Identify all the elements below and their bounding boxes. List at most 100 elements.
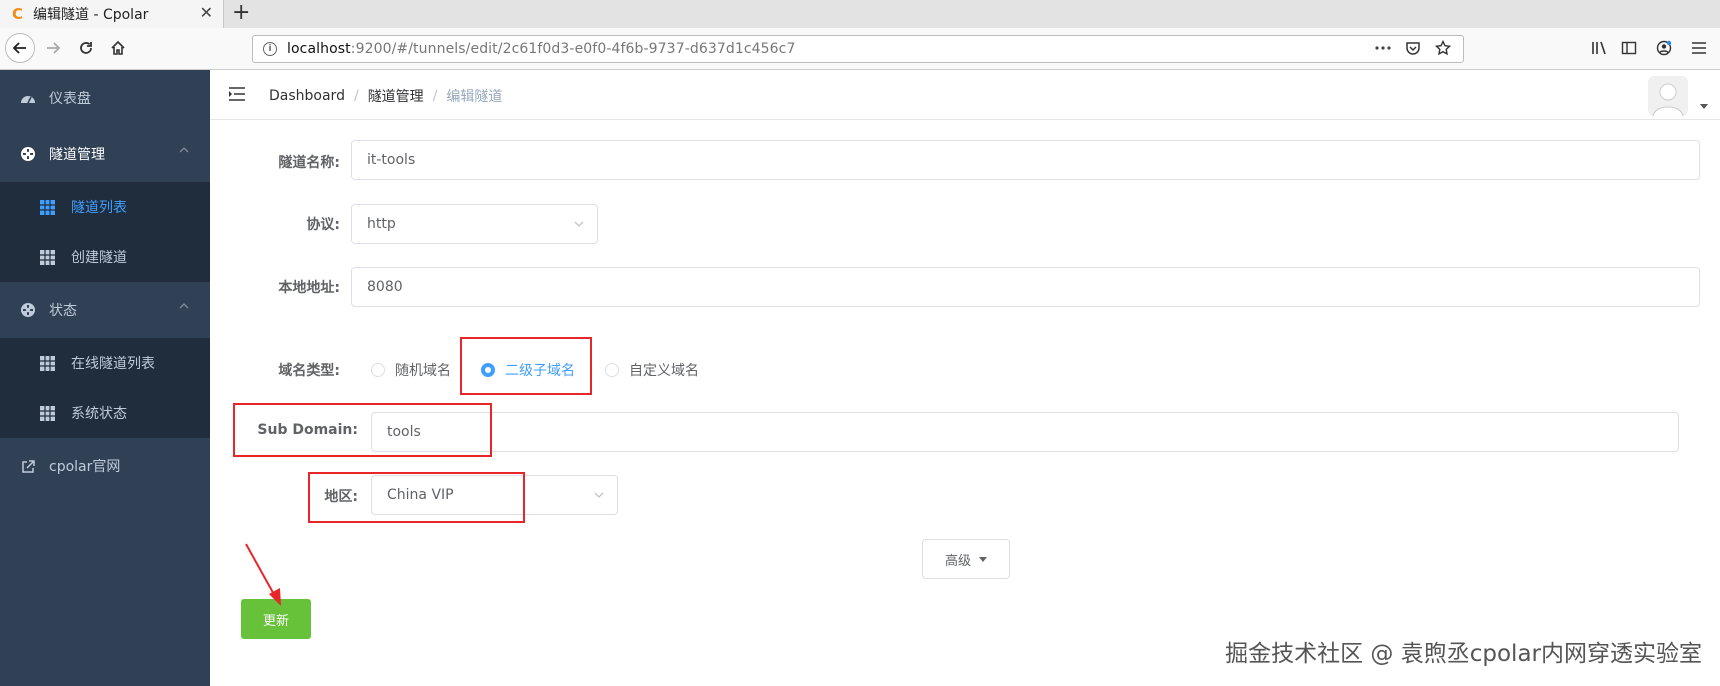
- home-icon: [111, 40, 125, 55]
- arrow-left-icon: [12, 42, 26, 54]
- radio-circle: [371, 363, 385, 377]
- browser-tab-strip: C 编辑隧道 - Cpolar ✕ +: [0, 0, 1720, 28]
- home-button[interactable]: [108, 38, 128, 58]
- browser-tab[interactable]: C 编辑隧道 - Cpolar ✕: [0, 0, 224, 28]
- sidebar-item-tunnel-list[interactable]: 隧道列表: [0, 182, 210, 232]
- radio-custom-domain[interactable]: 自定义域名: [605, 360, 699, 380]
- breadcrumb-separator: /: [353, 88, 359, 104]
- tunnel-name-label: 隧道名称:: [278, 155, 340, 171]
- sidebar-item-label: 创建隧道: [71, 250, 127, 266]
- url-host: localhost: [287, 41, 351, 57]
- sidebar-item-label: 隧道管理: [49, 147, 105, 163]
- radio-circle: [605, 363, 619, 377]
- sidebar-item-cpolar-site[interactable]: cpolar官网: [0, 438, 210, 494]
- site-info-icon[interactable]: i: [263, 42, 277, 56]
- chevron-down-icon: [594, 492, 604, 498]
- url-actions: [1375, 40, 1451, 56]
- external-link-icon: [19, 459, 37, 474]
- grid-icon: [40, 355, 55, 371]
- local-address-value: 8080: [367, 279, 403, 295]
- reload-icon: [80, 42, 92, 54]
- grid-icon: [40, 405, 55, 421]
- caret-down-icon: [979, 556, 987, 562]
- dashboard-icon: [19, 91, 37, 105]
- user-avatar-icon: [1652, 83, 1684, 116]
- local-address-label: 本地地址:: [278, 280, 340, 296]
- menu-button[interactable]: [1689, 38, 1709, 58]
- browser-navbar: i localhost:9200/#/tunnels/edit/2c61f0d3…: [0, 28, 1720, 70]
- radio-random-domain[interactable]: 随机域名: [371, 360, 451, 380]
- sidebar-item-label: 状态: [49, 303, 77, 319]
- highlight-box-subdomain-radio: [460, 337, 592, 395]
- avatar[interactable]: [1648, 76, 1688, 116]
- local-address-input[interactable]: 8080: [351, 267, 1700, 307]
- watermark: 掘金技术社区 @ 袁煦丞cpolar内网穿透实验室: [1225, 641, 1702, 667]
- domain-type-label: 域名类型:: [278, 363, 340, 379]
- more-actions-icon[interactable]: [1375, 45, 1391, 51]
- chevron-up-icon: [179, 147, 189, 153]
- protocol-value: http: [367, 216, 396, 232]
- close-tab-icon[interactable]: ✕: [200, 5, 213, 21]
- breadcrumb: Dashboard / 隧道管理 / 编辑隧道: [269, 86, 502, 106]
- tunnel-name-input[interactable]: it-tools: [351, 140, 1700, 180]
- protocol-select[interactable]: http: [351, 204, 598, 244]
- radio-label: 自定义域名: [629, 363, 699, 379]
- address-bar[interactable]: i localhost:9200/#/tunnels/edit/2c61f0d3…: [252, 35, 1464, 63]
- advanced-label: 高级: [944, 553, 971, 569]
- grid-icon: [40, 249, 55, 265]
- advanced-button[interactable]: 高级: [922, 539, 1010, 579]
- sidebar-item-label: 隧道列表: [71, 200, 127, 216]
- sidebar-collapse-icon[interactable]: [228, 86, 246, 102]
- status-submenu: 在线隧道列表 系统状态: [0, 338, 210, 438]
- cpolar-favicon-icon: C: [12, 5, 24, 23]
- account-button[interactable]: [1654, 38, 1674, 58]
- subdomain-input[interactable]: tools: [371, 412, 1679, 452]
- sidebar: 仪表盘 隧道管理 隧道列表 创建隧道 状态 在线隧道列表 系统状态 cpolar…: [0, 70, 210, 686]
- new-tab-button[interactable]: +: [232, 2, 250, 24]
- url-path: :9200/#/tunnels/edit/2c61f0d3-e0f0-4f6b-…: [350, 41, 796, 57]
- caret-down-icon[interactable]: [1700, 104, 1708, 109]
- sidebar-item-label: 系统状态: [71, 406, 127, 422]
- chevron-down-icon: [574, 221, 584, 227]
- arrow-right-icon: [47, 42, 61, 54]
- hamburger-menu-icon: [1692, 42, 1706, 54]
- back-button[interactable]: [5, 33, 35, 63]
- chevron-up-icon: [179, 303, 189, 309]
- library-icon: [1592, 41, 1606, 55]
- sidebar-item-label: 在线隧道列表: [71, 356, 155, 372]
- tunnel-name-value: it-tools: [367, 152, 416, 168]
- sidebar-icon: [1621, 41, 1637, 55]
- tunnel-submenu: 隧道列表 创建隧道: [0, 182, 210, 282]
- grid-icon: [40, 199, 55, 215]
- library-button[interactable]: [1590, 38, 1610, 58]
- radio-label: 随机域名: [395, 363, 451, 379]
- sidebar-toggle-button[interactable]: [1619, 38, 1639, 58]
- tunnel-manage-icon: [19, 146, 37, 162]
- breadcrumb-tunnel-manage[interactable]: 隧道管理: [368, 86, 424, 106]
- update-label: 更新: [262, 613, 289, 629]
- bookmark-star-icon[interactable]: [1435, 40, 1451, 56]
- sidebar-item-create-tunnel[interactable]: 创建隧道: [0, 232, 210, 282]
- highlight-box-subdomain-input: [233, 403, 492, 457]
- protocol-label: 协议:: [306, 217, 340, 233]
- forward-button[interactable]: [43, 38, 63, 58]
- reload-button[interactable]: [76, 38, 96, 58]
- breadcrumb-dashboard[interactable]: Dashboard: [269, 88, 345, 104]
- sidebar-item-label: cpolar官网: [49, 459, 121, 475]
- pocket-icon[interactable]: [1405, 40, 1421, 56]
- sidebar-item-dashboard[interactable]: 仪表盘: [0, 70, 210, 126]
- breadcrumb-separator: /: [432, 88, 438, 104]
- sidebar-item-system-status[interactable]: 系统状态: [0, 388, 210, 438]
- breadcrumb-current: 编辑隧道: [446, 89, 503, 105]
- topbar: Dashboard / 隧道管理 / 编辑隧道: [210, 70, 1720, 120]
- status-icon: [19, 302, 37, 318]
- url-text: localhost:9200/#/tunnels/edit/2c61f0d3-e…: [287, 41, 795, 57]
- annotation-arrow-icon: [245, 543, 281, 606]
- account-icon: [1656, 40, 1672, 56]
- tab-title: 编辑隧道 - Cpolar: [33, 7, 149, 23]
- highlight-box-region: [308, 472, 525, 523]
- sidebar-item-online-tunnels[interactable]: 在线隧道列表: [0, 338, 210, 388]
- sidebar-item-status[interactable]: 状态: [0, 282, 210, 338]
- sidebar-item-tunnel-manage[interactable]: 隧道管理: [0, 126, 210, 182]
- sidebar-item-label: 仪表盘: [49, 91, 91, 107]
